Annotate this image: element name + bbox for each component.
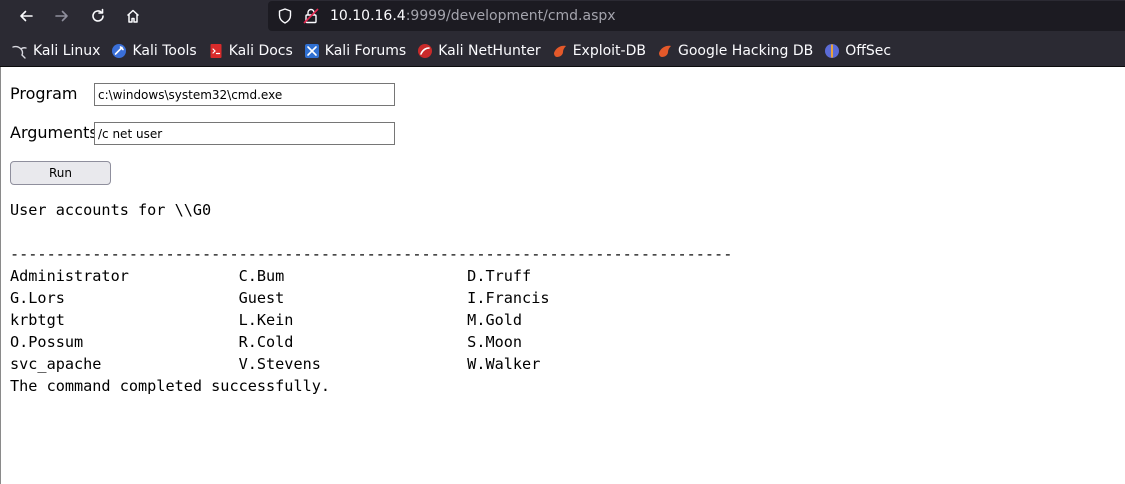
exploit-db-icon: [552, 43, 568, 59]
ghdb-icon: [657, 43, 673, 59]
bookmark-kali-forums[interactable]: Kali Forums: [304, 42, 406, 60]
run-button[interactable]: Run: [10, 161, 111, 185]
reload-icon: [92, 8, 104, 22]
kali-dragon-icon: [12, 43, 28, 59]
arguments-input[interactable]: [94, 122, 395, 145]
bookmark-label: Kali Linux: [33, 43, 101, 59]
bookmarks-toolbar: Kali Linux Kali Tools Kali Docs Kali For…: [0, 36, 1125, 66]
kali-tools-icon: [111, 43, 127, 59]
address-bar[interactable]: 10.10.16.4:9999/development/cmd.aspx: [268, 1, 1125, 31]
bookmark-offsec[interactable]: OffSec: [824, 42, 891, 60]
bookmark-exploit-db[interactable]: Exploit-DB: [552, 42, 646, 60]
reload-button[interactable]: [84, 2, 112, 30]
kali-docs-icon: [208, 43, 224, 59]
bookmark-label: OffSec: [845, 43, 892, 59]
kali-nethunter-icon: [417, 43, 433, 59]
page-content: Program Arguments Run User accounts for …: [0, 67, 1125, 484]
bookmark-label: Kali NetHunter: [438, 43, 541, 59]
forward-arrow-icon: [55, 10, 68, 22]
bookmark-kali-nethunter[interactable]: Kali NetHunter: [417, 42, 541, 60]
output-line: O.Possum R.Cold S.Moon: [10, 333, 523, 351]
bookmark-label: Kali Docs: [228, 43, 293, 59]
browser-chrome: 10.10.16.4:9999/development/cmd.aspx Kal…: [0, 0, 1125, 67]
url-path: :9999/development/cmd.aspx: [405, 8, 616, 24]
lock-icon[interactable]: [302, 7, 320, 25]
bookmark-kali-tools[interactable]: Kali Tools: [111, 42, 197, 60]
output-line: svc_apache V.Stevens W.Walker: [10, 355, 541, 373]
bookmark-kali-docs[interactable]: Kali Docs: [208, 42, 293, 60]
arguments-label: Arguments: [10, 123, 98, 142]
url-host: 10.10.16.4: [330, 8, 406, 24]
output-line: G.Lors Guest I.Francis: [10, 289, 550, 307]
home-button[interactable]: [119, 2, 147, 30]
command-output: User accounts for \\G0 -----------------…: [10, 199, 732, 397]
output-line: The command completed successfully.: [10, 377, 331, 395]
bookmark-label: Exploit-DB: [572, 43, 646, 59]
bookmark-label: Kali Forums: [324, 43, 407, 59]
offsec-icon: [824, 43, 840, 59]
program-label: Program: [10, 84, 78, 103]
output-line: ----------------------------------------…: [10, 245, 733, 263]
bookmark-kali-linux[interactable]: Kali Linux: [12, 42, 100, 60]
back-button[interactable]: [12, 2, 40, 30]
output-line: Administrator C.Bum D.Truff: [10, 267, 532, 285]
shield-icon[interactable]: [276, 7, 294, 25]
kali-forums-icon: [304, 43, 320, 59]
navigation-toolbar: 10.10.16.4:9999/development/cmd.aspx: [0, 0, 1125, 32]
home-icon: [126, 9, 140, 23]
program-input[interactable]: [94, 83, 395, 106]
output-line: krbtgt L.Kein M.Gold: [10, 311, 523, 329]
bookmark-google-hacking-db[interactable]: Google Hacking DB: [657, 42, 813, 60]
forward-button[interactable]: [48, 2, 76, 30]
bookmark-label: Google Hacking DB: [677, 43, 814, 59]
url-text[interactable]: 10.10.16.4:9999/development/cmd.aspx: [330, 7, 616, 25]
output-line: User accounts for \\G0: [10, 201, 212, 219]
back-arrow-icon: [20, 10, 33, 22]
bookmark-label: Kali Tools: [132, 43, 197, 59]
